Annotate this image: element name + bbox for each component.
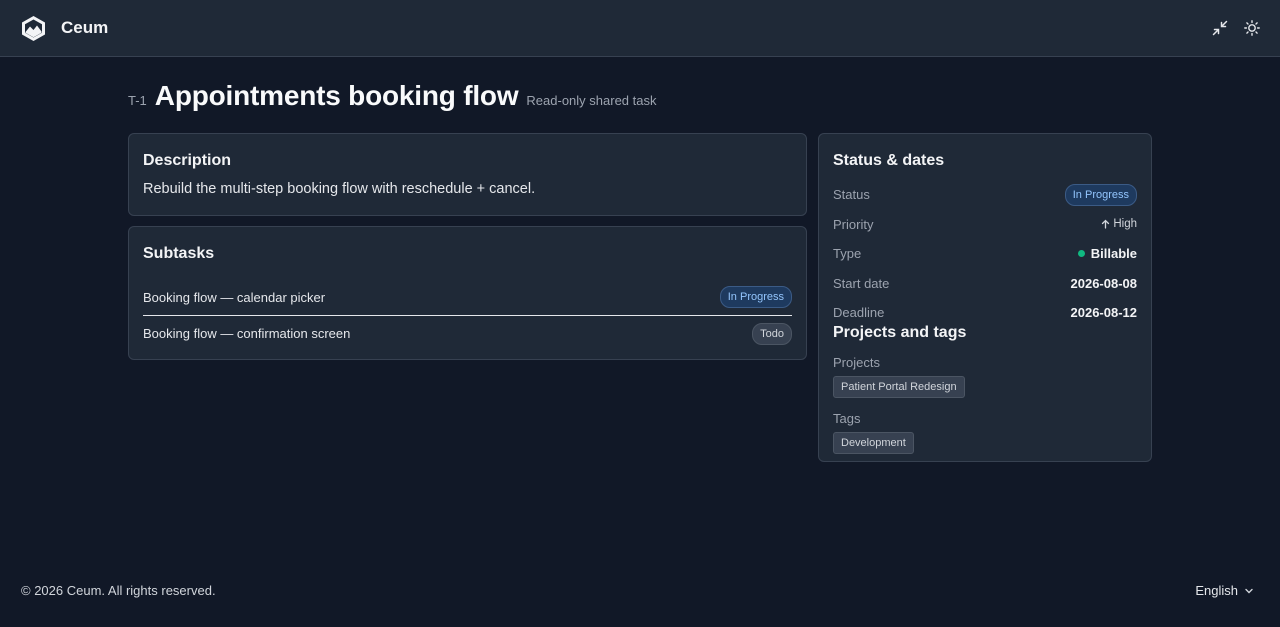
projects-label: Projects <box>833 354 880 370</box>
type-label: Type <box>833 246 862 262</box>
status-badge: In Progress <box>1064 183 1137 206</box>
subtask-title: Booking flow — calendar picker <box>143 289 326 305</box>
subtask-list: Booking flow — calendar picker In Progre… <box>143 279 792 351</box>
page-title: Appointments booking flow <box>154 80 519 111</box>
app-name: Ceum <box>61 18 109 37</box>
status-dates-list: Status In Progress Priority High Type Bi… <box>833 180 1137 328</box>
tags-label: Tags <box>833 410 861 426</box>
start-date-value: 2026-08-08 <box>1070 275 1138 291</box>
deadline-value: 2026-08-12 <box>1070 305 1138 321</box>
deadline-label: Deadline <box>833 305 885 321</box>
status-badge: Todo <box>752 322 792 345</box>
page-header: T-1 Appointments booking flow Read-only … <box>128 80 657 112</box>
page-subtitle: Read-only shared task <box>526 93 657 108</box>
status-dates-heading: Status & dates <box>833 152 945 169</box>
subtask-title: Booking flow — confirmation screen <box>143 326 351 341</box>
projects-tags-heading: Projects and tags <box>833 323 967 341</box>
status-badge: In Progress <box>719 286 792 308</box>
description-card: Description Rebuild the multi-step booki… <box>128 133 807 216</box>
status-row: Status In Progress <box>833 180 1137 210</box>
description-text: Rebuild the multi-step booking flow with… <box>143 181 536 197</box>
type-value: Billable <box>1077 246 1137 262</box>
priority-value: High <box>1101 218 1137 230</box>
tag-chip[interactable]: Development <box>833 431 914 454</box>
type-row: Type Billable <box>833 239 1137 269</box>
ceum-logo-icon <box>20 15 47 42</box>
priority-row: Priority High <box>833 210 1137 240</box>
status-label: Status <box>833 187 870 203</box>
subtasks-heading: Subtasks <box>143 245 215 262</box>
footer-copyright: © 2026 Ceum. All rights reserved. <box>21 583 216 598</box>
project-chip[interactable]: Patient Portal Redesign <box>833 375 965 398</box>
task-key: T-1 <box>128 93 147 108</box>
billable-dot-icon <box>1077 250 1085 258</box>
language-value: English <box>1195 583 1238 598</box>
language-select[interactable]: English <box>1195 583 1254 598</box>
subtasks-card: Subtasks Booking flow — calendar picker … <box>128 226 807 360</box>
start-date-row: Start date 2026-08-08 <box>833 269 1137 299</box>
brand[interactable]: Ceum <box>20 15 108 42</box>
chevron-down-icon <box>1245 588 1253 593</box>
top-actions <box>1212 20 1260 36</box>
top-bar: Ceum <box>0 0 1280 57</box>
projects-list: Patient Portal Redesign <box>833 370 1137 398</box>
type-text: Billable <box>1090 246 1137 262</box>
description-heading: Description <box>143 152 232 169</box>
minimize-icon[interactable] <box>1212 20 1228 36</box>
subtask-row[interactable]: Booking flow — confirmation screen Todo <box>143 315 792 351</box>
priority-text: High <box>1113 218 1137 231</box>
arrow-up-icon <box>1102 219 1110 229</box>
priority-label: Priority <box>833 216 874 232</box>
status-dates-card: Status & dates Status In Progress Priori… <box>818 133 1152 462</box>
start-date-label: Start date <box>833 275 890 291</box>
tags-list: Development <box>833 426 1137 454</box>
sun-icon[interactable] <box>1244 20 1260 36</box>
subtask-row[interactable]: Booking flow — calendar picker In Progre… <box>143 279 792 315</box>
